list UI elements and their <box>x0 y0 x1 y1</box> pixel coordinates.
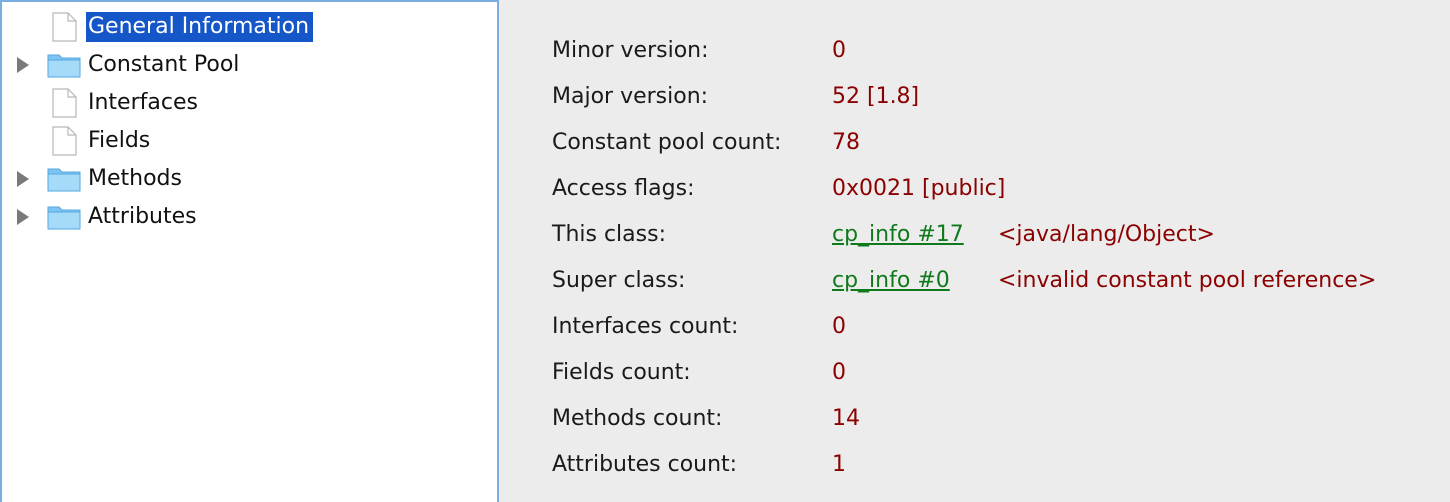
major-version-label: Major version: <box>552 84 709 109</box>
info-row-constant-pool-count: Constant pool count: 78 <box>0 123 940 163</box>
access-flags-label: Access flags: <box>552 176 695 201</box>
attributes-count-label: Attributes count: <box>552 452 738 477</box>
methods-count-value: 14 <box>832 406 860 431</box>
major-version-value: 52 [1.8] <box>832 84 920 109</box>
constant-pool-count-label: Constant pool count: <box>552 130 782 155</box>
super-class-link[interactable]: cp_info #0 <box>832 261 950 301</box>
interfaces-count-value: 0 <box>832 314 846 339</box>
interfaces-count-label: Interfaces count: <box>552 314 739 339</box>
methods-count-label: Methods count: <box>552 406 723 431</box>
info-row-this-class: This class: cp_info #17 <java/lang/Objec… <box>0 215 1215 255</box>
info-row-fields-count: Fields count: 0 <box>0 353 940 393</box>
info-row-major-version: Major version: 52 [1.8] <box>0 77 940 117</box>
fields-count-value: 0 <box>832 360 846 385</box>
minor-version-value: 0 <box>832 38 846 63</box>
info-row-interfaces-count: Interfaces count: 0 <box>0 307 940 347</box>
info-row-methods-count: Methods count: 14 <box>0 399 940 439</box>
super-class-description: <invalid constant pool reference> <box>998 268 1377 293</box>
class-file-viewer: General Information Constant Pool Interf… <box>0 0 1450 502</box>
minor-version-label: Minor version: <box>552 38 709 63</box>
this-class-link[interactable]: cp_info #17 <box>832 215 964 255</box>
info-row-access-flags: Access flags: 0x0021 [public] <box>0 169 1005 209</box>
constant-pool-count-value: 78 <box>832 130 860 155</box>
super-class-label: Super class: <box>552 268 686 293</box>
info-row-super-class: Super class: cp_info #0 <invalid constan… <box>0 261 1376 301</box>
access-flags-value: 0x0021 [public] <box>832 176 1006 201</box>
this-class-label: This class: <box>552 222 666 247</box>
info-row-attributes-count: Attributes count: 1 <box>0 445 940 485</box>
info-row-minor-version: Minor version: 0 <box>0 31 940 71</box>
this-class-description: <java/lang/Object> <box>998 222 1215 247</box>
fields-count-label: Fields count: <box>552 360 691 385</box>
attributes-count-value: 1 <box>832 452 846 477</box>
